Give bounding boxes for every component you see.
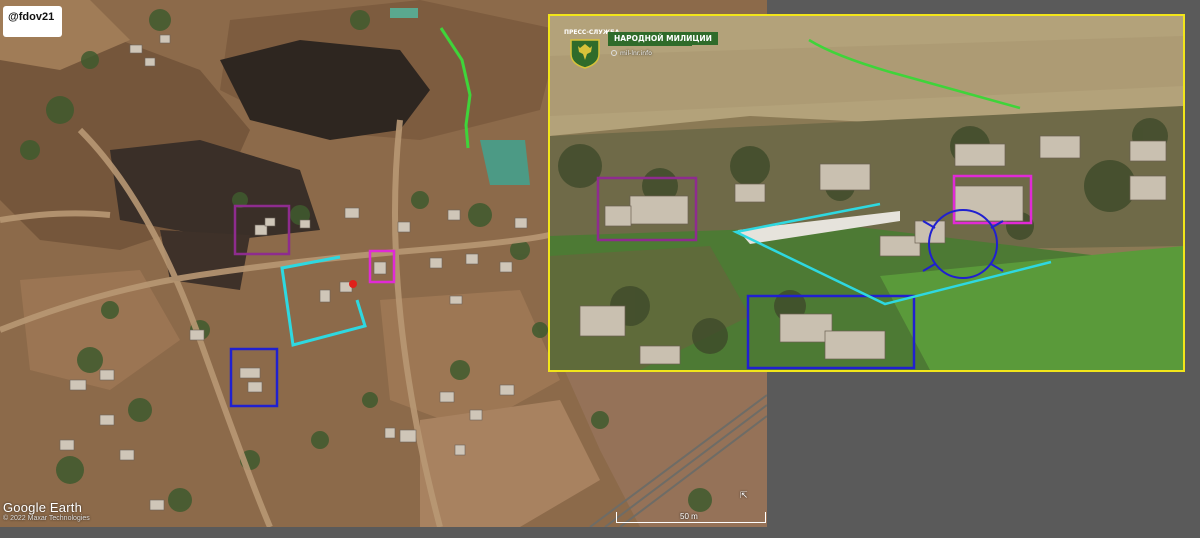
double-headed-eagle-emblem-icon	[565, 30, 605, 70]
scale-label: 50 m	[680, 512, 698, 521]
aerial-photo-inset: ПРЕСС-СЛУЖБА НАРОДНОЙ МИЛИЦИИ mil-lnr.in…	[548, 14, 1185, 372]
imagery-copyright: © 2022 Maxar Technologies	[3, 515, 90, 522]
aerial-photo	[550, 16, 1183, 370]
north-arrow-icon[interactable]: ⇱	[740, 490, 748, 501]
google-earth-logo: Google Earth	[3, 500, 83, 515]
website-url: mil-lnr.info	[620, 50, 652, 57]
globe-icon	[611, 50, 617, 56]
title-underline	[608, 44, 692, 46]
author-handle: @fdov21	[3, 6, 63, 37]
